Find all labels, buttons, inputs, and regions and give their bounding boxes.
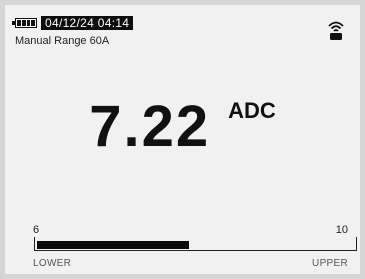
bargraph-lower-label: LOWER xyxy=(33,258,72,269)
battery-full-icon xyxy=(12,18,37,28)
datetime: 04/12/24 04:14 xyxy=(41,16,134,30)
bargraph-track xyxy=(34,237,357,251)
bargraph-min: 6 xyxy=(33,224,40,236)
reading-unit: ADC xyxy=(228,98,276,123)
bargraph-fill xyxy=(37,241,189,249)
reading-value: 7.22 xyxy=(89,94,211,159)
primary-reading: 7.22 ADC xyxy=(5,97,360,157)
status-bar: 04/12/24 04:14 xyxy=(12,15,134,31)
bargraph-upper-label: UPPER xyxy=(312,258,348,269)
bargraph-max: 10 xyxy=(335,224,348,236)
wireless-icon xyxy=(328,21,344,40)
range-mode-label: Manual Range 60A xyxy=(15,35,110,47)
meter-display: 04/12/24 04:14 Manual Range 60A 7.22 ADC… xyxy=(0,0,365,279)
